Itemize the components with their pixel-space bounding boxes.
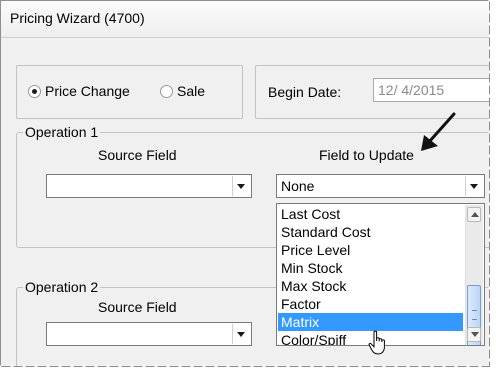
scroll-up-icon[interactable] [467,207,481,222]
operation1-source-label: Source Field [98,147,177,163]
operation1-source-combo[interactable] [46,174,252,198]
list-item[interactable]: Last Cost [278,205,463,223]
pricing-wizard-window: Pricing Wizard (4700) Price Change Sale … [0,0,490,367]
mode-panel: Price Change Sale [16,65,243,119]
list-item-selected[interactable]: Matrix [278,313,463,331]
radio-label-price-change: Price Change [45,83,130,99]
list-item[interactable]: Min Stock [278,259,463,277]
operation1-legend: Operation 1 [23,124,101,140]
list-item[interactable]: Factor [278,295,463,313]
begin-date-label: Begin Date: [268,84,342,100]
radio-label-sale: Sale [177,83,206,99]
begin-date-input[interactable]: 12/ 4/2015 [373,78,489,102]
radio-dot-sale [160,85,173,98]
title-bar: Pricing Wizard (4700) [1,1,489,38]
chevron-down-icon[interactable] [232,176,250,196]
operation2-source-combo[interactable] [46,322,252,346]
chevron-down-icon[interactable] [465,176,483,196]
hand-cursor-icon [368,330,385,355]
list-item[interactable]: Max Stock [278,277,463,295]
field-to-update-combo[interactable]: None [276,174,485,198]
window-title: Pricing Wizard (4700) [10,10,145,26]
chevron-down-icon[interactable] [232,324,250,344]
torn-edge-right [488,0,502,379]
list-item[interactable]: Price Level [278,241,463,259]
field-to-update-dropdown-list[interactable]: Last Cost Standard Cost Price Level Min … [276,203,485,346]
radio-dot-price-change [28,85,41,98]
operation2-legend: Operation 2 [23,279,101,295]
scroll-down-icon[interactable] [467,327,481,342]
torn-edge-bottom [0,365,502,379]
arrow-pointer-icon [421,112,456,151]
dropdown-scrollbar[interactable] [465,205,483,345]
operation1-target-label: Field to Update [319,147,414,163]
field-to-update-value: None [281,178,315,194]
operation2-source-label: Source Field [98,299,177,315]
list-item[interactable]: Standard Cost [278,223,463,241]
